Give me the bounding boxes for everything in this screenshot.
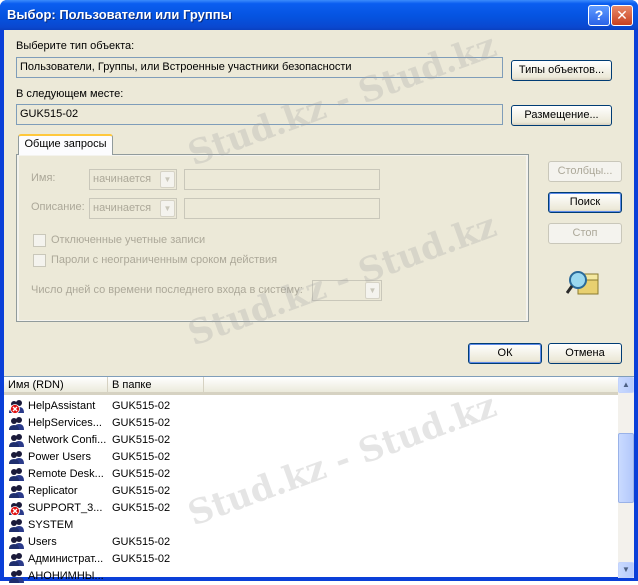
dialog-window: Выбор: Пользователи или Группы ? ✕ Выбер…	[0, 0, 638, 583]
locations-button[interactable]: Размещение...	[511, 105, 612, 126]
description-mode-combo[interactable]: начинается ▼	[89, 198, 177, 219]
help-button[interactable]: ?	[588, 5, 610, 26]
disabled-user-icon	[9, 502, 24, 516]
row-name: Users	[28, 536, 57, 548]
chevron-down-icon: ▼	[365, 282, 380, 299]
row-folder: GUK515-02	[112, 468, 171, 480]
row-folder: GUK515-02	[112, 400, 171, 412]
name-input[interactable]	[184, 169, 380, 190]
user-group-icon	[9, 553, 24, 566]
tab-common-queries[interactable]: Общие запросы	[18, 134, 113, 155]
results-header: Имя (RDN) В папке	[4, 377, 618, 395]
row-name: Network Confi...	[28, 434, 107, 446]
list-item[interactable]: Replicator GUK515-02	[4, 483, 618, 500]
object-types-button[interactable]: Типы объектов...	[511, 60, 612, 81]
row-name: АНОНИМНЫ...	[28, 570, 104, 582]
user-group-icon	[9, 570, 24, 583]
question-icon: ?	[594, 7, 604, 23]
row-folder: GUK515-02	[112, 502, 171, 514]
row-folder: GUK515-02	[112, 485, 171, 497]
disabled-user-icon	[9, 400, 24, 414]
column-folder[interactable]: В папке	[108, 377, 204, 394]
column-name[interactable]: Имя (RDN)	[4, 377, 108, 394]
user-group-icon	[9, 485, 24, 498]
list-item[interactable]: Power Users GUK515-02	[4, 449, 618, 466]
chevron-down-icon: ▼	[160, 171, 175, 188]
row-folder: GUK515-02	[112, 553, 171, 565]
row-name: Администрат...	[28, 553, 104, 565]
list-item[interactable]: SYSTEM	[4, 517, 618, 534]
name-mode-value: начинается	[93, 173, 152, 185]
search-results-list[interactable]: Имя (RDN) В папке HelpAssistant GUK515-02…	[4, 376, 634, 583]
chevron-down-icon: ▼	[622, 565, 630, 574]
title-bar[interactable]: Выбор: Пользователи или Группы ? ✕	[0, 0, 638, 30]
row-name: HelpServices...	[28, 417, 102, 429]
user-group-icon	[9, 519, 24, 532]
close-icon: ✕	[616, 7, 628, 23]
name-label: Имя:	[31, 172, 56, 184]
object-type-label: Выберите тип объекта:	[16, 40, 135, 52]
results-scrollbar[interactable]: ▲ ▼	[618, 377, 634, 578]
chevron-down-icon: ▼	[160, 200, 175, 217]
row-name: Power Users	[28, 451, 91, 463]
nonexpiring-password-label: Пароли с неограниченным сроком действия	[51, 254, 278, 266]
row-folder: GUK515-02	[112, 434, 171, 446]
list-item[interactable]: SUPPORT_3... GUK515-02	[4, 500, 618, 517]
days-since-logon-combo[interactable]: ▼	[312, 280, 382, 301]
disabled-accounts-checkbox[interactable]	[33, 234, 46, 247]
description-mode-value: начинается	[93, 202, 152, 214]
description-label: Описание:	[31, 201, 85, 213]
row-name: SUPPORT_3...	[28, 502, 103, 514]
ok-button[interactable]: ОК	[468, 343, 542, 364]
user-group-icon	[9, 434, 24, 447]
scroll-up-button[interactable]: ▲	[618, 377, 634, 393]
list-item[interactable]: Users GUK515-02	[4, 534, 618, 551]
list-item[interactable]: АНОНИМНЫ...	[4, 568, 618, 585]
row-name: SYSTEM	[28, 519, 74, 531]
location-label: В следующем месте:	[16, 88, 124, 100]
common-queries-panel: Имя: начинается ▼ Описание: начинается ▼…	[16, 154, 529, 322]
scroll-down-button[interactable]: ▼	[618, 562, 634, 578]
description-input[interactable]	[184, 198, 380, 219]
row-folder: GUK515-02	[112, 451, 171, 463]
user-group-icon	[9, 468, 24, 481]
columns-button[interactable]: Столбцы...	[548, 161, 622, 182]
cancel-button[interactable]: Отмена	[548, 343, 622, 364]
location-field: GUK515-02	[16, 104, 503, 125]
list-item[interactable]: Network Confi... GUK515-02	[4, 432, 618, 449]
search-directory-icon	[566, 271, 599, 295]
object-type-field: Пользователи, Группы, или Встроенные уча…	[16, 57, 503, 78]
row-folder: GUK515-02	[112, 536, 171, 548]
disabled-accounts-label: Отключенные учетные записи	[51, 234, 206, 246]
name-mode-combo[interactable]: начинается ▼	[89, 169, 177, 190]
close-button[interactable]: ✕	[611, 5, 633, 26]
list-item[interactable]: HelpAssistant GUK515-02	[4, 398, 618, 415]
row-name: Remote Desk...	[28, 468, 104, 480]
stop-button[interactable]: Стоп	[548, 223, 622, 244]
row-name: Replicator	[28, 485, 78, 497]
chevron-up-icon: ▲	[622, 380, 630, 389]
dialog-body: Выберите тип объекта: Пользователи, Груп…	[4, 30, 634, 583]
scrollbar-thumb[interactable]	[618, 433, 634, 503]
user-group-icon	[9, 451, 24, 464]
row-name: HelpAssistant	[28, 400, 96, 412]
user-group-icon	[9, 417, 24, 430]
row-folder: GUK515-02	[112, 417, 171, 429]
window-title: Выбор: Пользователи или Группы	[7, 7, 232, 22]
list-item[interactable]: Администрат... GUK515-02	[4, 551, 618, 568]
list-item[interactable]: Remote Desk... GUK515-02	[4, 466, 618, 483]
user-group-icon	[9, 536, 24, 549]
nonexpiring-password-checkbox[interactable]	[33, 254, 46, 267]
list-item[interactable]: HelpServices... GUK515-02	[4, 415, 618, 432]
days-since-logon-label: Число дней со времени последнего входа в…	[31, 284, 303, 296]
search-button[interactable]: Поиск	[548, 192, 622, 213]
